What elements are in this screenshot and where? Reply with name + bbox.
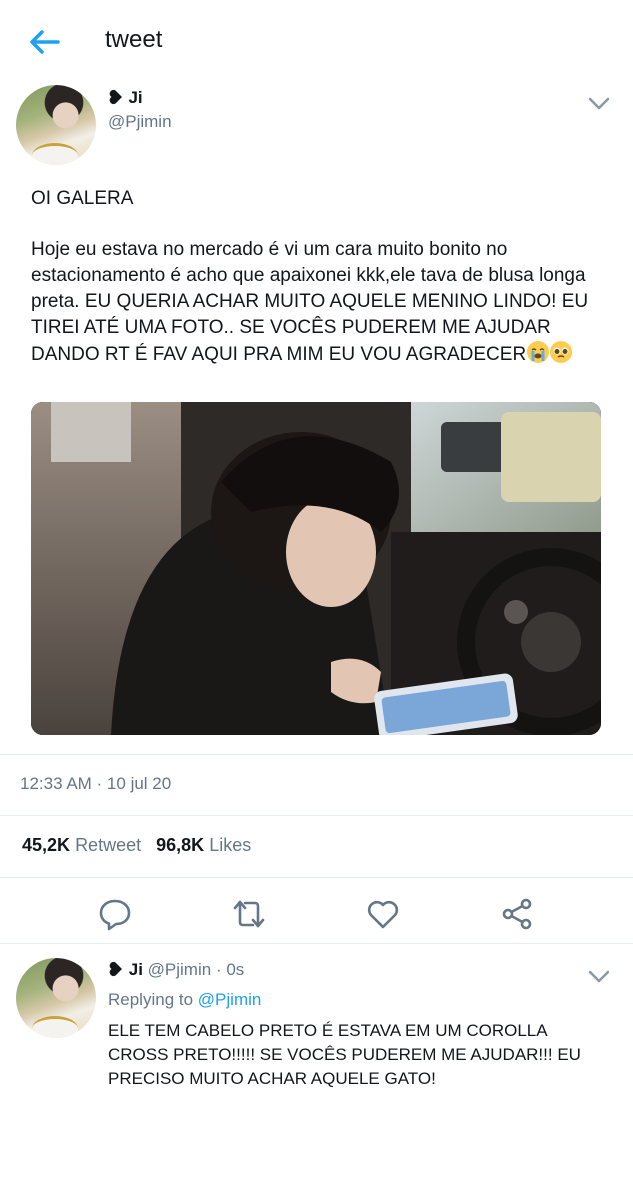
back-arrow-icon[interactable] (28, 28, 60, 56)
tweet-stats: 45,2K Retweet 96,8K Likes (22, 835, 251, 856)
retweet-icon[interactable] (231, 896, 267, 932)
retweets-count[interactable]: 45,2K (22, 835, 70, 855)
pleading-face-icon (550, 341, 573, 363)
tweet-text-body-content: Hoje eu estava no mercado é vi um cara m… (31, 239, 589, 365)
reply-author-row[interactable]: Ji @Pjimin · 0s (108, 960, 244, 980)
retweets-label[interactable]: Retweet (75, 835, 141, 855)
tweet-timestamp: 12:33 AM · 10 jul 20 (20, 774, 172, 793)
tweet-text-greeting: OI GALERA (31, 188, 134, 209)
photo-illustration (31, 402, 601, 735)
chevron-down-icon[interactable] (588, 97, 610, 111)
loudly-crying-face-icon (527, 341, 550, 363)
author-name-row[interactable]: Ji (108, 88, 143, 108)
like-icon[interactable] (365, 896, 401, 932)
replying-to-prefix: Replying to (108, 990, 194, 1009)
divider (0, 754, 633, 755)
reply-author-name: Ji (128, 960, 143, 979)
divider (0, 877, 633, 878)
reply-author-handle: @Pjimin (147, 960, 212, 979)
author-handle[interactable]: @Pjimin (108, 112, 172, 132)
black-heart-icon (109, 961, 122, 977)
reply-avatar[interactable] (16, 958, 96, 1038)
tweet-text-body: Hoje eu estava no mercado é vi um cara m… (31, 237, 601, 368)
reply-icon[interactable] (97, 896, 133, 932)
share-icon[interactable] (499, 896, 535, 932)
tweet-photo[interactable] (31, 402, 601, 735)
chevron-down-icon[interactable] (588, 970, 610, 984)
likes-label[interactable]: Likes (209, 835, 251, 855)
author-name: Ji (128, 88, 143, 107)
reply-time: · 0s (215, 960, 245, 979)
divider (0, 943, 633, 944)
header-title: tweet (105, 26, 163, 53)
reply-text: ELE TEM CABELO PRETO É ESTAVA EM UM CORO… (108, 1021, 581, 1088)
replying-to-line: Replying to @Pjimin (108, 990, 261, 1010)
likes-count[interactable]: 96,8K (156, 835, 204, 855)
divider (0, 815, 633, 816)
avatar[interactable] (16, 85, 96, 165)
black-heart-icon (109, 89, 122, 105)
replying-to-handle-link[interactable]: @Pjimin (198, 990, 262, 1009)
